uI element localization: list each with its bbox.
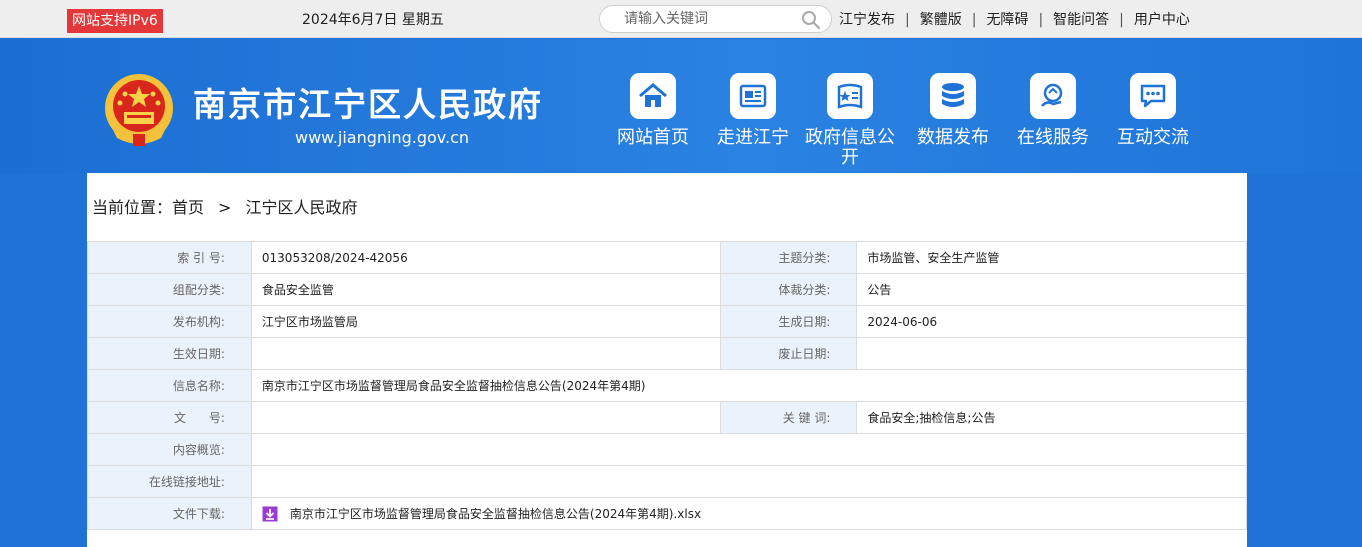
link-smart-qa[interactable]: 智能问答 [1053, 10, 1109, 30]
effective-date-value [250, 337, 722, 370]
national-emblem-icon[interactable] [103, 72, 175, 148]
group-value: 食品安全监管 [250, 273, 722, 306]
breadcrumb-prefix: 当前位置： [92, 198, 173, 217]
chat-icon [1140, 84, 1166, 108]
nav-label: 政府信息公开 [805, 127, 895, 168]
separator: | [1119, 12, 1124, 28]
file-download-cell: 南京市江宁区市场监督管理局食品安全监督抽检信息公告(2024年第4期).xlsx [250, 497, 1248, 530]
nav-gov-info[interactable]: 政府信息公开 [800, 73, 900, 168]
issuer-value: 江宁区市场监管局 [250, 305, 722, 338]
hand-service-icon [1041, 83, 1063, 107]
breadcrumb-arrow: > [218, 198, 232, 217]
nav-label: 数据发布 [917, 127, 989, 148]
keywords-value: 食品安全;抽检信息;公告 [856, 401, 1247, 434]
table-row: 生效日期: 废止日期: [87, 337, 1247, 370]
info-metadata-table: 索 引 号: 013053208/2024-42056 主题分类: 市场监管、安… [87, 241, 1248, 530]
nav-about-jiangning[interactable]: 走进江宁 [703, 73, 803, 148]
genre-value: 公告 [856, 273, 1247, 306]
genre-label: 体裁分类: [720, 273, 858, 306]
separator: | [905, 12, 910, 28]
online-link-value [250, 465, 1248, 498]
table-row: 信息名称: 南京市江宁区市场监督管理局食品安全监督抽检信息公告(2024年第4期… [87, 369, 1248, 402]
created-date-label: 生成日期: [720, 305, 858, 338]
nav-data-release[interactable]: 数据发布 [903, 73, 1003, 148]
separator: | [971, 12, 977, 28]
nav-label: 网站首页 [617, 127, 689, 148]
nav-label: 走进江宁 [717, 127, 789, 148]
doc-number-value [250, 401, 722, 434]
topic-label: 主题分类: [720, 241, 858, 274]
link-jiangning-fabu[interactable]: 江宁发布 [839, 10, 895, 30]
summary-label: 内容概览: [87, 433, 252, 466]
main-content: 当前位置：首页 > 江宁区人民政府 索 引 号: 013053208/2024-42… [87, 173, 1248, 547]
file-download-link[interactable]: 南京市江宁区市场监督管理局食品安全监督抽检信息公告(2024年第4期).xlsx [290, 507, 701, 521]
table-row: 内容概览: [87, 433, 1248, 466]
separator: | [1038, 12, 1044, 28]
doc-number-label: 文 号: [87, 401, 252, 434]
issuer-label: 发布机构: [87, 305, 252, 338]
download-icon[interactable] [262, 506, 278, 522]
table-row: 文件下载: 南京市江宁区市场监督管理局食品安全监督抽检信息公告(2024年第4期… [87, 497, 1248, 530]
abolished-date-value [856, 337, 1247, 370]
link-accessibility[interactable]: 无障碍 [986, 10, 1028, 30]
site-header: 南京市江宁区人民政府 www.jiangning.gov.cn 网站首页 走进江… [0, 39, 1362, 173]
home-icon [639, 83, 667, 107]
table-row: 文 号: 关 键 词: 食品安全;抽检信息;公告 [87, 401, 1247, 434]
link-traditional-chinese[interactable]: 繁體版 [920, 10, 962, 30]
index-value: 013053208/2024-42056 [250, 241, 722, 274]
search-box [599, 5, 832, 33]
nav-online-service[interactable]: 在线服务 [1003, 73, 1103, 148]
link-user-center[interactable]: 用户中心 [1134, 10, 1190, 30]
index-label: 索 引 号: [87, 241, 252, 274]
created-date-value: 2024-06-06 [856, 305, 1247, 338]
breadcrumb: 当前位置：首页 > 江宁区人民政府 [92, 197, 357, 219]
newspaper-icon [739, 84, 767, 108]
effective-date-label: 生效日期: [87, 337, 252, 370]
topic-value: 市场监管、安全生产监管 [856, 241, 1247, 274]
summary-value [250, 433, 1248, 466]
info-name-label: 信息名称: [87, 369, 252, 402]
ipv6-badge: 网站支持IPv6 [67, 9, 163, 33]
site-url: www.jiangning.gov.cn [295, 128, 470, 147]
file-download-label: 文件下载: [87, 497, 252, 530]
table-row: 在线链接地址: [87, 465, 1248, 498]
search-icon[interactable] [801, 10, 821, 30]
nav-label: 互动交流 [1117, 127, 1189, 148]
table-row: 索 引 号: 013053208/2024-42056 主题分类: 市场监管、安… [87, 241, 1247, 274]
breadcrumb-home[interactable]: 首页 [172, 198, 204, 217]
abolished-date-label: 废止日期: [720, 337, 858, 370]
nav-interaction[interactable]: 互动交流 [1103, 73, 1203, 148]
top-links: 江宁发布 | 繁體版 | 无障碍 | 智能问答 | 用户中心 [839, 10, 1190, 30]
current-date: 2024年6月7日 星期五 [302, 12, 444, 28]
top-bar: 网站支持IPv6 2024年6月7日 星期五 江宁发布 | 繁體版 | 无障碍 … [0, 0, 1362, 38]
document-icon [837, 83, 863, 109]
table-row: 组配分类: 食品安全监管 体裁分类: 公告 [87, 273, 1247, 306]
site-title[interactable]: 南京市江宁区人民政府 [193, 85, 543, 125]
breadcrumb-current[interactable]: 江宁区人民政府 [245, 198, 357, 217]
group-label: 组配分类: [87, 273, 252, 306]
keywords-label: 关 键 词: [720, 401, 858, 434]
nav-label: 在线服务 [1017, 127, 1089, 148]
table-row: 发布机构: 江宁区市场监管局 生成日期: 2024-06-06 [87, 305, 1247, 338]
nav-home[interactable]: 网站首页 [603, 73, 703, 148]
online-link-label: 在线链接地址: [87, 465, 252, 498]
database-icon [942, 83, 964, 107]
info-name-value: 南京市江宁区市场监督管理局食品安全监督抽检信息公告(2024年第4期) [250, 369, 1248, 402]
search-input[interactable] [614, 9, 784, 29]
